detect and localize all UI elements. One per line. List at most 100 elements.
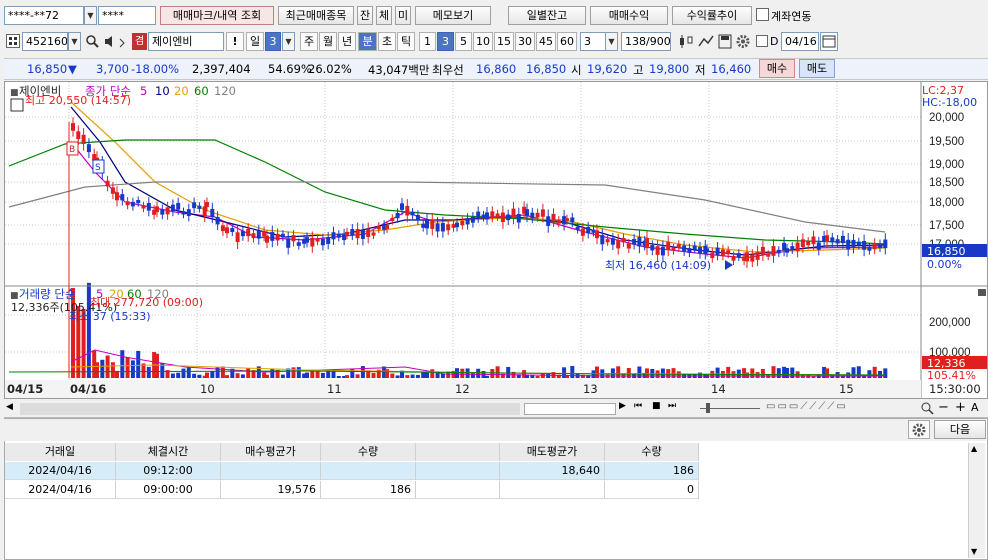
minute-3[interactable]: 3 — [437, 32, 454, 51]
alert-button[interactable]: ! — [226, 32, 244, 51]
data-count-field[interactable]: 138/900 — [621, 32, 671, 51]
minute-30[interactable]: 30 — [515, 32, 535, 51]
candle — [425, 219, 429, 229]
volume-bar — [766, 375, 771, 378]
profit-trend-button[interactable]: 수익률추이 — [672, 6, 752, 25]
col-trade-date[interactable]: 거래일 — [5, 443, 116, 461]
cell-sell-avg: 18,640 — [500, 462, 605, 480]
period-day[interactable]: 일 — [246, 32, 264, 51]
speaker-icon[interactable] — [102, 33, 130, 50]
zoom-search-icon[interactable] — [920, 401, 934, 416]
interval-input[interactable]: 3 — [580, 32, 606, 51]
minute-5[interactable]: 5 — [455, 32, 472, 51]
stock-code-dropdown[interactable]: ▼ — [68, 32, 81, 51]
table-row[interactable]: 2024/04/16 09:12:00 18,640 186 — [5, 462, 699, 480]
trendline-tool-icon[interactable] — [697, 33, 715, 50]
candle — [465, 218, 470, 225]
minute-60[interactable]: 60 — [557, 32, 577, 51]
calendar-small-icon[interactable] — [10, 98, 24, 112]
col-sell-avg[interactable]: 매도평균가 — [500, 443, 605, 461]
rewind-icon[interactable]: ⏮ — [634, 401, 650, 416]
recent-trades-button[interactable]: 최근매매종목 — [278, 6, 354, 25]
zoom-slider-handle[interactable] — [706, 403, 710, 413]
candle — [570, 217, 575, 223]
candle — [840, 235, 845, 244]
period-week[interactable]: 주 — [300, 32, 318, 51]
col-buy-qty[interactable]: 수량 — [321, 443, 416, 461]
price-volume-chart[interactable]: 20,000 19,500 19,000 18,500 18,000 17,50… — [5, 82, 987, 398]
table-scrollbar[interactable] — [968, 443, 985, 558]
scrollbar-track[interactable] — [20, 403, 520, 415]
daily-balance-button[interactable]: 일별잔고 — [508, 6, 586, 25]
period-year[interactable]: 년 — [338, 32, 356, 51]
col-blank[interactable] — [416, 443, 500, 461]
date-checkbox[interactable] — [756, 35, 768, 47]
candle-tool-icon[interactable] — [677, 33, 695, 50]
unfilled-button[interactable]: 미 — [395, 6, 411, 25]
account-dropdown[interactable]: ▼ — [84, 6, 97, 25]
date-input[interactable]: 04/16 — [781, 32, 819, 51]
col-buy-avg[interactable]: 매수평균가 — [221, 443, 321, 461]
settings-gear-icon[interactable] — [735, 33, 751, 50]
candle — [326, 237, 331, 244]
memo-button[interactable]: 메모보기 — [415, 6, 491, 25]
trade-mark-query-button[interactable]: 매매마크/내역 조회 — [160, 6, 274, 25]
candle — [600, 235, 605, 245]
period-day-dropdown[interactable]: ▼ — [282, 32, 295, 51]
save-icon[interactable] — [717, 33, 733, 50]
stock-code-input[interactable]: 452160 — [22, 32, 68, 51]
volume-collapse-icon[interactable]: ■ — [10, 291, 19, 301]
account-input[interactable]: ****-**72 — [4, 6, 84, 25]
trade-profit-button[interactable]: 매매수익 — [590, 6, 668, 25]
candle — [146, 203, 151, 211]
period-tick[interactable]: 틱 — [397, 32, 415, 51]
account-link-checkbox[interactable] — [756, 8, 769, 21]
table-settings-gear-icon[interactable] — [908, 420, 930, 439]
candle — [856, 241, 861, 246]
col-sell-qty[interactable]: 수량 — [605, 443, 699, 461]
filled-button[interactable]: 체 — [376, 6, 392, 25]
scroll-left-icon[interactable]: ◀ — [6, 402, 18, 416]
candle — [470, 216, 475, 223]
stop-icon[interactable]: ■ — [652, 401, 666, 416]
zoom-in-icon[interactable]: + — [955, 400, 967, 415]
period-day-count[interactable]: 3 — [265, 32, 281, 51]
next-button[interactable]: 다음 — [934, 420, 986, 439]
zoom-out-icon[interactable]: − — [938, 400, 950, 415]
minute-10[interactable]: 10 — [473, 32, 493, 51]
calendar-icon[interactable] — [820, 32, 838, 51]
period-month[interactable]: 월 — [319, 32, 337, 51]
scroll-right-icon[interactable]: ▶ — [619, 401, 633, 416]
minute-1[interactable]: 1 — [419, 32, 436, 51]
panel-maximize-icon[interactable] — [978, 289, 986, 296]
balance-button[interactable]: 잔 — [357, 6, 373, 25]
interval-dropdown[interactable]: ▼ — [605, 32, 618, 51]
col-trade-time[interactable]: 체결시간 — [116, 443, 221, 461]
candle — [176, 202, 181, 210]
candle — [235, 232, 240, 243]
sell-button[interactable]: 매도 — [799, 59, 835, 78]
cell-blank — [416, 462, 500, 480]
ma-20-legend: 20 — [174, 84, 189, 98]
volume-bar — [192, 373, 197, 378]
buy-button[interactable]: 매수 — [759, 59, 795, 78]
panel-collapse-icon[interactable]: ■ — [10, 88, 19, 98]
drawing-tools-icon[interactable]: ▭▭▭⟋⟋⟋⟋▭ — [766, 401, 904, 416]
font-size-icon[interactable]: A — [971, 401, 985, 414]
password-input[interactable]: **** — [98, 6, 156, 25]
period-second[interactable]: 초 — [378, 32, 396, 51]
chart-area[interactable]: 20,000 19,500 19,000 18,500 18,000 17,50… — [4, 81, 988, 399]
volume-bar — [535, 375, 540, 378]
table-scroll-down-icon[interactable]: ▼ — [971, 547, 977, 556]
minute-45[interactable]: 45 — [536, 32, 556, 51]
candle — [451, 224, 456, 228]
table-scroll-up-icon[interactable]: ▲ — [971, 444, 977, 453]
minute-15[interactable]: 15 — [494, 32, 514, 51]
candle — [430, 219, 435, 229]
period-minute[interactable]: 분 — [358, 32, 377, 51]
grid-menu-icon[interactable] — [6, 34, 20, 48]
search-icon[interactable] — [84, 33, 100, 50]
scrollbar-thumb[interactable] — [524, 403, 616, 415]
table-row[interactable]: 2024/04/16 09:00:00 19,576 186 0 — [5, 481, 699, 499]
play-icon[interactable]: ⏭ — [668, 401, 684, 416]
